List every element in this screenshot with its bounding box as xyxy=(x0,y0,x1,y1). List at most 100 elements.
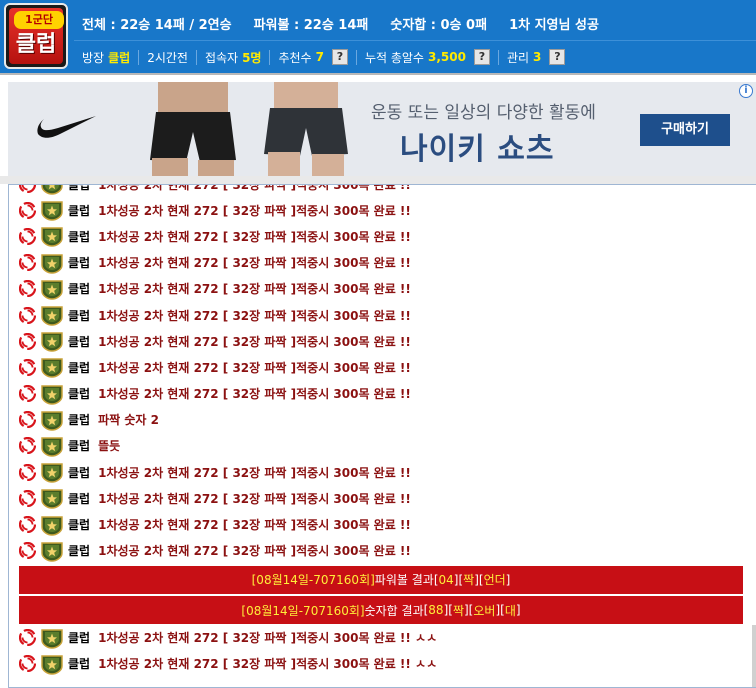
result-text-part: ][ xyxy=(443,603,453,618)
chat-message-list: 클럽 1차성공 2차 현재 272 [ 32장 파짝 ]적중시 300목 완료 !… xyxy=(9,184,755,677)
swirl-icon xyxy=(19,490,36,507)
message-author[interactable]: 클럽 xyxy=(68,359,90,376)
ad-model-image-left xyxy=(150,82,236,176)
swirl-icon xyxy=(19,411,36,428)
chat-scrollbar[interactable] xyxy=(752,625,756,687)
rank-badge-icon xyxy=(40,225,64,247)
stat-numbersum-label: 숫자합 : xyxy=(390,17,436,33)
manage-info: 관리 3 ? xyxy=(506,49,566,66)
manage-label: 관리 xyxy=(506,50,530,65)
chat-message: 클럽 1차성공 2차 현재 272 [ 32장 파짝 ]적중시 300목 완료 !… xyxy=(9,223,755,249)
swirl-icon xyxy=(19,333,36,350)
result-text-part: ][ xyxy=(464,603,474,618)
message-author[interactable]: 클럽 xyxy=(68,516,90,533)
ad-buy-button[interactable]: 구매하기 xyxy=(640,114,730,146)
rank-badge-icon xyxy=(40,199,64,221)
logo-main-text: 클럽 xyxy=(15,32,57,57)
chat-message: 클럽 1차성공 2차 현재 272 [ 32장 파짝 ]적중시 300목 완료 !… xyxy=(9,511,755,537)
ad-banner[interactable]: 운동 또는 일상의 다양한 활동에 나이키 쇼츠 구매하기 i xyxy=(8,82,756,176)
swirl-icon xyxy=(19,228,36,245)
message-author[interactable]: 클럽 xyxy=(68,655,90,672)
owner-value[interactable]: 클럽 xyxy=(108,49,130,66)
message-author[interactable]: 클럽 xyxy=(68,490,90,507)
result-text-part: 오버 xyxy=(473,603,496,618)
section-divider xyxy=(0,176,756,184)
owner-info: 방장 클럽 xyxy=(82,49,130,66)
game-result-notice: [08월14일-707160회] 파워볼 결과 [04][짝][언더] xyxy=(19,565,743,594)
manage-value: 3 xyxy=(533,50,542,64)
header-shadow xyxy=(0,73,756,75)
message-text: 1차성공 2차 현재 272 [ 32장 파짝 ]적중시 300목 완료 !! xyxy=(98,544,411,559)
bullets-value: 3,500 xyxy=(427,50,466,64)
message-author[interactable]: 클럽 xyxy=(68,333,90,350)
message-text: 1차성공 2차 현재 272 [ 32장 파짝 ]적중시 300목 완료 !! xyxy=(98,360,411,375)
result-text-part: ][ xyxy=(453,572,464,587)
rank-badge-icon xyxy=(40,627,64,649)
chat-message: 클럽 1차성공 2차 현재 272 [ 32장 파짝 ]적중시 300목 완료 !… xyxy=(9,197,755,223)
chat-message: 클럽 파짝 숫자 2 xyxy=(9,407,755,433)
logo-top-text: 1군단 xyxy=(14,11,64,29)
message-author[interactable]: 클럽 xyxy=(68,542,90,559)
message-author[interactable]: 클럽 xyxy=(68,629,90,646)
swirl-icon xyxy=(19,359,36,376)
rank-badge-icon xyxy=(40,278,64,300)
message-author[interactable]: 클럽 xyxy=(68,280,90,297)
ad-info-icon[interactable]: i xyxy=(739,84,753,98)
message-text: 1차성공 2차 현재 272 [ 32장 파짝 ]적중시 300목 완료 !! xyxy=(98,387,411,402)
message-author[interactable]: 클럽 xyxy=(68,437,90,454)
bullets-info: 누적 총알수 3,500 ? xyxy=(365,49,490,66)
swirl-icon xyxy=(19,542,36,559)
recommend-help-button[interactable]: ? xyxy=(331,49,348,65)
message-author[interactable]: 클럽 xyxy=(68,464,90,481)
recommend-info: 추천수 7 ? xyxy=(278,49,348,66)
result-text-part: ] xyxy=(505,572,511,587)
result-text-part: 파워볼 결과 xyxy=(374,573,434,588)
message-text: 1차성공 2차 현재 272 [ 32장 파짝 ]적중시 300목 완료 !! xyxy=(98,229,411,244)
users-label: 접속자 xyxy=(204,50,239,65)
result-text-part: 짝 xyxy=(452,603,464,618)
recommend-value: 7 xyxy=(315,50,324,64)
swirl-icon xyxy=(19,516,36,533)
game-result-notice: [08월14일-707160회] 숫자합 결과 [88][짝][오버][대] xyxy=(19,596,743,625)
elapsed-label: 2시간전 xyxy=(147,50,188,65)
message-text: 1차성공 2차 현재 272 [ 32장 파짝 ]적중시 300목 완료 !! xyxy=(98,465,411,480)
chat-message: 클럽 1차성공 2차 현재 272 [ 32장 파짝 ]적중시 300목 완료 !… xyxy=(9,328,755,354)
chat-message: 클럽 1차성공 2차 현재 272 [ 32장 파짝 ]적중시 300목 완료 !… xyxy=(9,381,755,407)
rank-badge-icon xyxy=(40,330,64,352)
message-author[interactable]: 클럽 xyxy=(68,185,90,193)
swirl-icon xyxy=(19,385,36,402)
swirl-icon xyxy=(19,184,36,193)
stat-powerball-label: 파워볼 : xyxy=(253,17,300,33)
chat-message: 클럽 1차성공 2차 현재 272 [ 32장 파짝 ]적중시 300목 완료 !… xyxy=(9,354,755,380)
result-text-part: 언더 xyxy=(483,573,506,588)
swirl-icon xyxy=(19,464,36,481)
header-divider xyxy=(74,40,756,41)
bullets-help-button[interactable]: ? xyxy=(473,49,490,65)
message-author[interactable]: 클럽 xyxy=(68,385,90,402)
rank-badge-icon xyxy=(40,304,64,326)
bullets-label: 누적 총알수 xyxy=(364,50,424,65)
swirl-icon xyxy=(19,280,36,297)
result-text-part: 숫자합 결과 xyxy=(364,603,424,618)
record-stats: 전체 : 22승 14패 / 2연승 파워볼 : 22승 14패 숫자합 : 0… xyxy=(82,13,599,33)
chat-message: 클럽 1차성공 2차 현재 272 [ 32장 파짝 ]적중시 300목 완료 !… xyxy=(9,276,755,302)
chat-window[interactable]: 클럽 1차성공 2차 현재 272 [ 32장 파짝 ]적중시 300목 완료 !… xyxy=(8,184,756,688)
message-author[interactable]: 클럽 xyxy=(68,228,90,245)
rank-badge-icon xyxy=(40,461,64,483)
owner-label: 방장 xyxy=(82,50,105,65)
message-text: 1차성공 2차 현재 272 [ 32장 파짝 ]적중시 300목 완료 !! xyxy=(98,491,411,506)
rank-badge-icon xyxy=(40,653,64,675)
message-author[interactable]: 클럽 xyxy=(68,254,90,271)
swirl-icon xyxy=(19,437,36,454)
message-author[interactable]: 클럽 xyxy=(68,202,90,219)
message-text: 1차성공 2차 현재 272 [ 32장 파짝 ]적중시 300목 완료 !! xyxy=(98,334,411,349)
message-author[interactable]: 클럽 xyxy=(68,411,90,428)
message-text: 1차성공 2차 현재 272 [ 32장 파짝 ]적중시 300목 완료 !! xyxy=(98,256,411,271)
chat-message: 클럽 뜰듯 xyxy=(9,433,755,459)
message-author[interactable]: 클럽 xyxy=(68,307,90,324)
message-text: 1차성공 2차 현재 272 [ 32장 파짝 ]적중시 300목 완료 !! … xyxy=(98,631,438,646)
message-text: 1차성공 2차 현재 272 [ 32장 파짝 ]적중시 300목 완료 !! xyxy=(98,203,411,218)
message-text: 1차성공 2차 현재 272 [ 32장 파짝 ]적중시 300목 완료 !! xyxy=(98,282,411,297)
chat-message: 클럽 1차성공 2차 현재 272 [ 32장 파짝 ]적중시 300목 완료 !… xyxy=(9,538,755,564)
manage-help-button[interactable]: ? xyxy=(549,49,566,65)
